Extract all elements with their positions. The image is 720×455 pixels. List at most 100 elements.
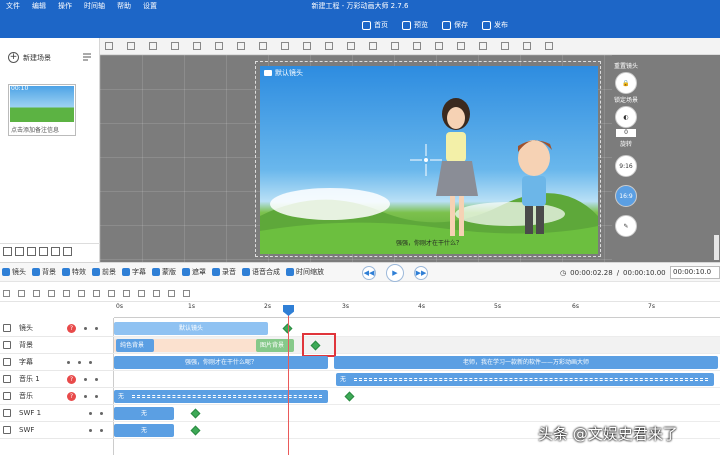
align-right-icon[interactable] — [63, 289, 70, 297]
rotate-dial-icon[interactable]: ◐ — [615, 106, 637, 128]
copy-icon[interactable] — [108, 289, 115, 297]
track-header-music[interactable]: 音乐 ? — [0, 388, 114, 405]
settings-icon[interactable] — [183, 289, 190, 297]
fit-icon[interactable] — [479, 42, 487, 50]
grid-icon[interactable] — [545, 42, 553, 50]
split-icon[interactable] — [78, 289, 85, 297]
rewind-icon[interactable]: ◀◀ — [362, 266, 376, 280]
lane-camera[interactable]: 默认镜头 — [114, 320, 720, 337]
visibility-icon[interactable] — [84, 377, 87, 381]
foreground-tool[interactable]: 前景 — [92, 267, 116, 277]
lock-icon[interactable]: 🔒 — [615, 72, 637, 94]
expand-icon[interactable] — [153, 289, 160, 297]
home-view-icon[interactable] — [105, 42, 113, 50]
flip-icon[interactable] — [303, 42, 311, 50]
split-icon[interactable] — [93, 289, 100, 297]
visibility-icon[interactable] — [89, 428, 92, 432]
up-arrow-icon[interactable] — [39, 247, 48, 256]
lane-music[interactable]: 无 — [114, 388, 720, 405]
edit-icon[interactable] — [67, 360, 70, 364]
delete-icon[interactable] — [501, 42, 509, 50]
save-button[interactable]: 保存 — [442, 16, 468, 34]
tts-tool[interactable]: 语音合成 — [242, 267, 280, 277]
flip-icon[interactable] — [281, 42, 289, 50]
lane-swf-1[interactable]: 无 — [114, 405, 720, 422]
warning-icon[interactable]: ? — [67, 374, 76, 384]
canvas-scrollbar[interactable] — [714, 235, 719, 260]
lock-icon[interactable] — [100, 411, 103, 415]
zoom-in-icon[interactable] — [435, 42, 443, 50]
lock-icon[interactable] — [215, 42, 223, 50]
swf-1-clip[interactable]: 无 — [114, 407, 174, 420]
record-tool[interactable]: 录音 — [212, 267, 236, 277]
align-icon[interactable] — [171, 42, 179, 50]
star-icon[interactable] — [27, 247, 36, 256]
camera-tool[interactable]: 镜头 — [2, 267, 26, 277]
track-header-swf-1[interactable]: SWF 1 — [0, 405, 114, 422]
play-icon[interactable]: ▶ — [386, 264, 404, 282]
visibility-icon[interactable] — [89, 411, 92, 415]
duration-field[interactable]: 00:00:10.0 — [670, 266, 720, 279]
zoom-out-icon[interactable] — [457, 42, 465, 50]
group-icon[interactable] — [413, 42, 421, 50]
overlay-tool[interactable]: 遮罩 — [182, 267, 206, 277]
reset-camera-control[interactable]: 重置镜头 🔒 — [612, 61, 640, 94]
delete-icon[interactable] — [138, 289, 145, 297]
stage-area[interactable]: 默认镜头 强强，你刚才在干什么？ — [100, 55, 612, 262]
music-1-clip[interactable]: 无 — [336, 373, 714, 386]
pen-tool-button[interactable]: ✎ — [612, 213, 640, 237]
lane-background[interactable]: 纯色背景 图片背景 — [114, 333, 720, 357]
warning-icon[interactable]: ? — [67, 391, 76, 401]
lock-icon[interactable] — [89, 360, 92, 364]
time-scale-tool[interactable]: 时间缩放 — [286, 267, 324, 277]
background-clip-solid[interactable]: 纯色背景 — [116, 339, 154, 352]
copy-icon[interactable] — [237, 42, 245, 50]
lock-scene-control[interactable]: 锁定场景 ◐ 0 — [612, 95, 640, 137]
keyframe-diamond[interactable] — [190, 425, 201, 436]
canvas-subtitle[interactable]: 强强，你刚才在干什么？ — [256, 238, 600, 247]
lock-icon[interactable] — [95, 394, 98, 398]
subtitle-tool[interactable]: 字幕 — [122, 267, 146, 277]
more-icon[interactable] — [523, 42, 531, 50]
track-header-music-1[interactable]: 音乐 1 ? — [0, 371, 114, 388]
visibility-icon[interactable] — [84, 394, 87, 398]
filter-icon[interactable] — [18, 289, 25, 297]
align-icon[interactable] — [149, 42, 157, 50]
scene-tool-icon[interactable] — [3, 247, 12, 256]
minus-icon[interactable] — [63, 247, 72, 256]
scene-tool-icon[interactable] — [15, 247, 24, 256]
new-scene-button[interactable]: + 新建场景 — [8, 52, 51, 63]
camera-clip[interactable]: 默认镜头 — [114, 322, 268, 335]
layer-icon[interactable] — [391, 42, 399, 50]
visibility-icon[interactable] — [84, 326, 87, 330]
lock-icon[interactable] — [95, 377, 98, 381]
scene-options-icon[interactable] — [82, 52, 92, 62]
publish-button[interactable]: 发布 — [482, 16, 508, 34]
ratio-169-button[interactable]: 16:9 — [612, 183, 640, 207]
effects-tool[interactable]: 特效 — [62, 267, 86, 277]
distribute-icon[interactable] — [347, 42, 355, 50]
scene-thumbnail[interactable]: 00:10 点击添加备注信息 — [8, 84, 76, 136]
lane-music-1[interactable]: 无 — [114, 371, 720, 388]
subtitle-clip-2[interactable]: 老师，我在学习一款新的软件——万彩动画大师 — [334, 356, 718, 369]
collapse-icon[interactable] — [168, 289, 175, 297]
swf-clip[interactable]: 无 — [114, 424, 174, 437]
music-clip[interactable]: 无 — [114, 390, 328, 403]
paste-icon[interactable] — [123, 289, 130, 297]
background-tool[interactable]: 背景 — [32, 267, 56, 277]
down-arrow-icon[interactable] — [51, 247, 60, 256]
rotation-value-field[interactable]: 0 — [616, 129, 636, 137]
track-header-swf[interactable]: SWF — [0, 422, 114, 439]
move-icon[interactable] — [3, 289, 10, 297]
timeline-ruler[interactable]: 0s 1s 2s 3s 4s 5s 6s 7s — [114, 303, 720, 318]
subtitle-clip-1[interactable]: 强强，你刚才在干什么呢？ — [114, 356, 328, 369]
align-icon[interactable] — [127, 42, 135, 50]
ratio-916-button[interactable]: 9:16 — [612, 153, 640, 177]
lock-icon[interactable] — [100, 428, 103, 432]
align-icon[interactable] — [193, 42, 201, 50]
track-header-camera[interactable]: 镜头 ? — [0, 320, 114, 337]
keyframe-diamond[interactable] — [344, 391, 355, 402]
forward-icon[interactable]: ▶▶ — [414, 266, 428, 280]
distribute-icon[interactable] — [325, 42, 333, 50]
lane-subtitle[interactable]: 强强，你刚才在干什么呢？ 老师，我在学习一款新的软件——万彩动画大师 — [114, 354, 720, 371]
